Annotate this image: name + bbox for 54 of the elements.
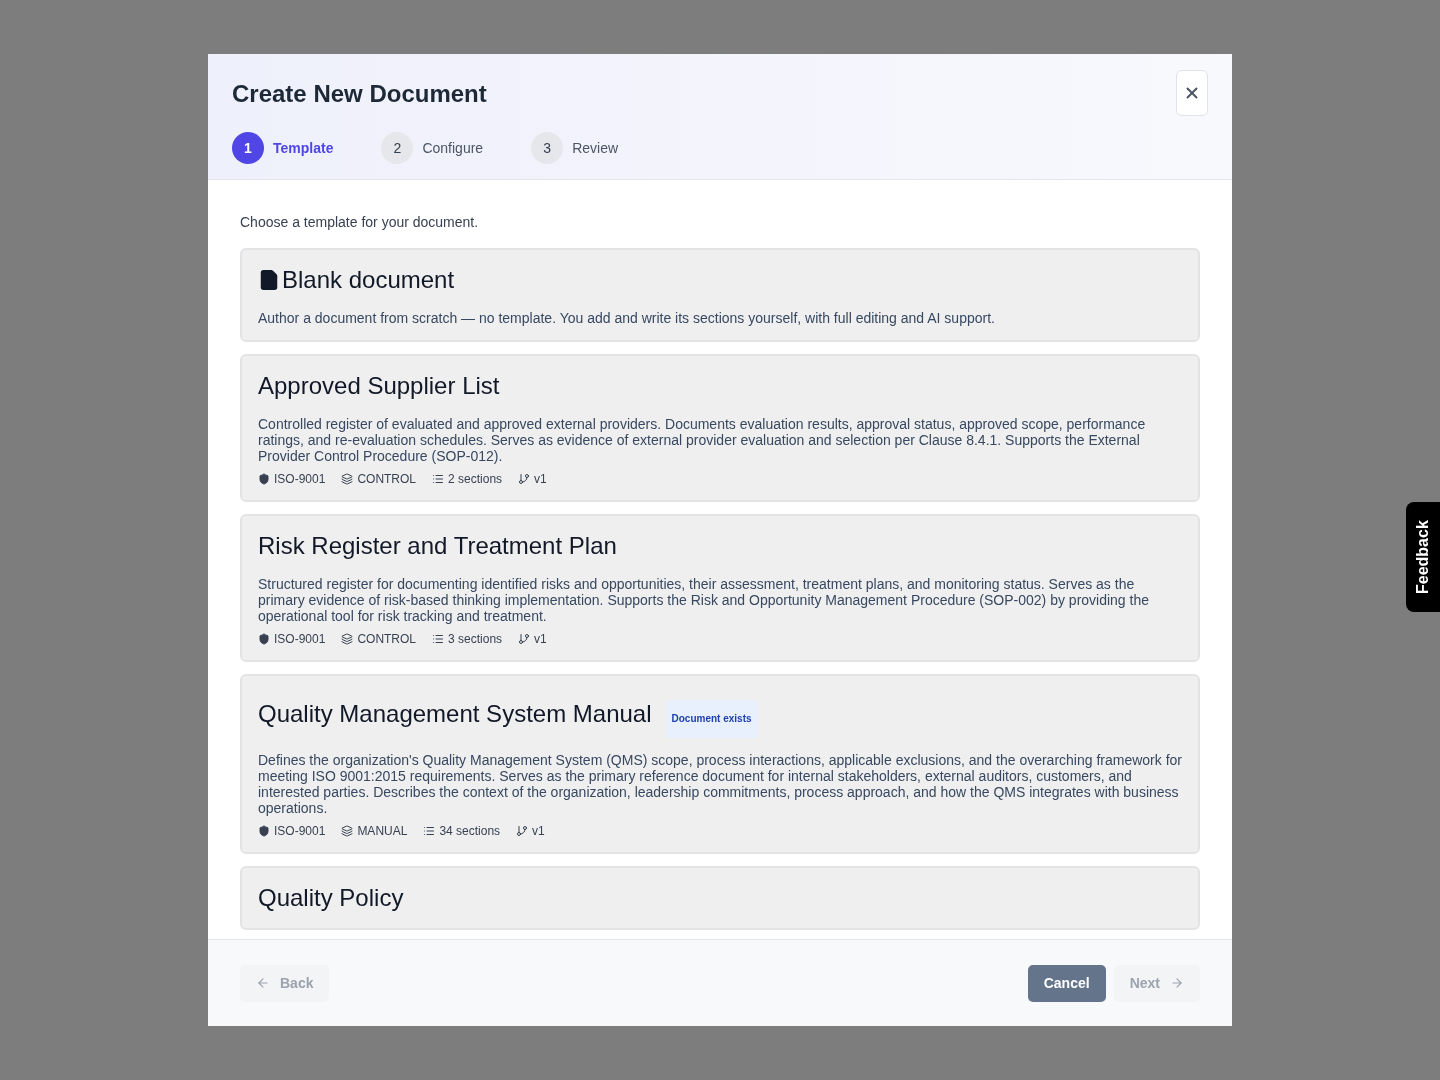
step-label: Configure (422, 140, 484, 156)
list-icon (423, 825, 436, 837)
standard-label: ISO-9001 (274, 824, 326, 838)
standard-label: ISO-9001 (274, 472, 326, 486)
template-description: Controlled register of evaluated and approved external providers. Documents evaluation results, approval status, approved scope, performance ratings, and re-evaluation schedules. Serves as evidence of external provider evaluation and selection per Clause 8.4.1. Supports the External Provider Control Procedure (SOP-012). (258, 416, 1147, 464)
cancel-button[interactable]: Cancel (1027, 964, 1106, 1002)
close-button[interactable] (1176, 70, 1208, 116)
step-number: 2 (381, 132, 414, 164)
version-label: v1 (532, 824, 545, 838)
step-label: Review (572, 140, 619, 156)
shield-icon (258, 633, 270, 645)
type-label: MANUAL (357, 824, 408, 838)
sections-count: 3 sections (448, 632, 503, 646)
step-number: 3 (531, 132, 564, 164)
step-number: 1 (232, 132, 264, 164)
template-title: Blank document (282, 265, 455, 295)
template-card[interactable]: Quality Policy (240, 866, 1200, 930)
template-title: Quality Policy (258, 883, 404, 913)
template-card[interactable]: Blank document Author a document from scratch — no template. You add and write its sections yourself, with full editing and AI support. (240, 248, 1200, 342)
template-card[interactable] (240, 514, 1200, 662)
layers-icon (341, 825, 354, 837)
template-description: Defines the organization's Quality Management System (QMS) scope, process interactions, applicable exclusions, and the overarching framework for meeting ISO 9001:2015 requirements. Serves as the primary reference document for internal stakeholders, external auditors, customers, and interested parties. Describes the context of the organization, leadership commitments, process approach, and how the QMS integrates with business operations. (258, 752, 1182, 816)
wizard-step[interactable]: 2 Configure (381, 132, 484, 164)
layers-icon (341, 473, 354, 485)
sections-count: 34 sections (439, 824, 501, 838)
type-label: CONTROL (357, 472, 417, 486)
branch-icon (516, 825, 529, 837)
branch-icon (518, 633, 531, 645)
template-title: Risk Register and Treatment Plan (258, 531, 617, 561)
template-description: Author a document from scratch — no template. You add and write its sections yourself, with full editing and AI support. (258, 310, 996, 326)
sections-count: 2 sections (448, 472, 503, 486)
shield-icon (258, 473, 270, 485)
list-icon (432, 633, 445, 645)
template-card[interactable] (240, 674, 1200, 854)
status-badge: Document exists (665, 700, 758, 738)
version-label: v1 (534, 632, 547, 646)
template-description: Structured register for documenting identified risks and opportunities, their assessment, treatment plans, and monitoring status. Serves as the primary evidence of risk-based thinking implementation. Supports the Risk and Opportunity Management Procedure (SOP-002) by providing the operational tool for risk tracking and treatment. (258, 576, 1150, 624)
template-title: Approved Supplier List (258, 371, 500, 401)
intro-text: Choose a template for your document. (240, 214, 480, 230)
dialog-title: Create New Document (232, 79, 487, 109)
type-label: CONTROL (357, 632, 417, 646)
shield-icon (258, 825, 270, 837)
feedback-tab[interactable]: Feedback (1406, 502, 1440, 612)
template-card[interactable] (240, 354, 1200, 502)
standard-label: ISO-9001 (274, 632, 326, 646)
document-icon (258, 269, 280, 291)
wizard-step[interactable]: 1 Template (232, 132, 334, 164)
branch-icon (518, 473, 531, 485)
version-label: v1 (534, 472, 547, 486)
wizard-step[interactable]: 3 Review (531, 132, 619, 164)
list-icon (432, 473, 445, 485)
layers-icon (341, 633, 354, 645)
template-title: Quality Management System Manual (258, 699, 652, 729)
step-label: Template (273, 140, 334, 156)
